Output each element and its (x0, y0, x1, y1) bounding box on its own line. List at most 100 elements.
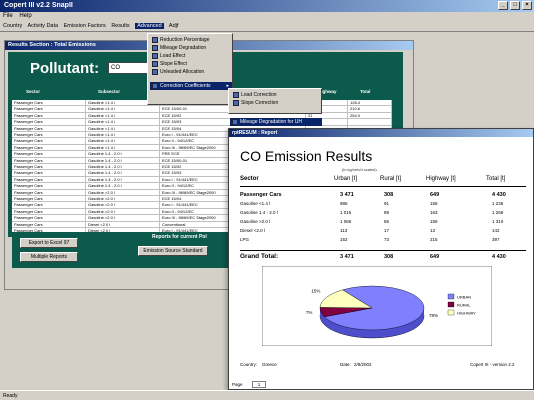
report-row-value: 17 (384, 228, 390, 233)
grand-total-total: 4 430 (492, 254, 506, 260)
table-cell: Gasoline <1.4 l (86, 119, 160, 126)
reports-label: Reports for current Pol (152, 234, 207, 240)
table-cell: Gasoline 1.4 - 2.0 l (86, 170, 160, 177)
grand-total-highway: 649 (430, 254, 440, 260)
pollutant-select[interactable]: CO (108, 62, 152, 74)
menu-item-correction[interactable]: Correction Coefficients ▸ (150, 82, 232, 90)
table-cell: Passenger Cars (12, 208, 86, 215)
report-row-value: 986 (340, 201, 348, 206)
menu-results[interactable]: Results (111, 23, 129, 29)
table-cell: Passenger Cars (12, 189, 86, 196)
menu-help[interactable]: Help (19, 13, 31, 19)
report-row-value: 13 (430, 228, 436, 233)
table-cell: Gasoline >2.0 l (86, 208, 160, 215)
correction-submenu: Load Correction Slope Correction (228, 88, 322, 114)
report-col-highway: Highway [t] (426, 176, 456, 182)
page-input[interactable]: 1 (252, 381, 266, 388)
table-cell: Passenger Cars (12, 100, 86, 106)
unleaded-icon (152, 69, 158, 75)
footer-country: Greece (262, 362, 277, 367)
table-cell: Gasoline <1.4 l (86, 106, 160, 113)
correction-icon (152, 83, 158, 89)
menu-file[interactable]: File (3, 13, 13, 19)
table-cell: 210.6 (348, 106, 392, 113)
report-row-value: 113 (340, 228, 348, 233)
maximize-icon[interactable]: □ (510, 1, 520, 10)
menu-item-load[interactable]: Load Effect (150, 52, 232, 60)
menu-country[interactable]: Country (3, 23, 22, 29)
report-row-value: 1 236 (492, 201, 504, 206)
export-excel-button[interactable]: Export to Excel 97 (20, 238, 78, 248)
table-cell: Gasoline >2.0 l (86, 215, 160, 222)
pollutant-label: Pollutant: (30, 60, 100, 77)
table-cell: Gasoline <1.4 l (86, 132, 160, 138)
report-heading: CO Emission Results (240, 148, 373, 164)
table-cell: 128.4 (348, 100, 392, 106)
report-window-title: rptRESUM : Report (229, 129, 533, 137)
table-cell: Passenger Cars (12, 176, 86, 183)
submenu-slope-correction[interactable]: Slope Correction (231, 99, 321, 107)
report-row-value: 73 (384, 237, 390, 242)
grand-total-urban: 3 471 (340, 254, 354, 260)
menu-activity-data[interactable]: Activity Data (28, 23, 59, 29)
load-icon (152, 53, 158, 59)
grand-total-rural: 308 (384, 254, 394, 260)
report-row-label: Gasoline >2.0 l (240, 219, 271, 224)
report-col-sector: Sector (240, 176, 259, 182)
report-divider-2 (240, 250, 526, 251)
emission-source-button[interactable]: Emission Source Standard (138, 246, 208, 256)
multiple-reports-button[interactable]: Multiple Reports (20, 252, 78, 262)
menu-item-mileage[interactable]: Mileage Degradation (150, 44, 232, 52)
close-icon[interactable]: × (522, 1, 532, 10)
legend-label: HIGHWAY (457, 311, 476, 316)
table-cell: Passenger Cars (12, 221, 86, 228)
pie-chart: 78% 7% 15% URBAN RURAL HIGHWAY (262, 266, 492, 346)
status-bar: Ready (0, 390, 534, 400)
col-sector: Sector (26, 89, 41, 94)
table-cell: Passenger Cars (12, 157, 86, 164)
report-col-total: Total [t] (486, 176, 506, 182)
table-cell: Passenger Cars (12, 125, 86, 132)
advanced-menu: Reduction Percentage Mileage Degradation… (147, 33, 233, 105)
report-row-value: 86 (384, 219, 390, 224)
table-cell: Passenger Cars (12, 144, 86, 151)
table-cell: 254.0 (348, 112, 392, 119)
reduction-icon (152, 37, 158, 43)
submenu-load-correction[interactable]: Load Correction (231, 91, 321, 99)
report-row-value: 158 (430, 219, 438, 224)
app-title: Copert III v2.2 SnapII (4, 2, 73, 9)
menu-emission-factors[interactable]: Emission Factors (64, 23, 106, 29)
report-row-label: Gasoline 1.4 - 2.0 l (240, 210, 278, 215)
report-row-value: 1 310 (492, 219, 504, 224)
menu-adjf[interactable]: Adjf (169, 23, 178, 29)
pie-label: 78% (429, 313, 438, 318)
menu-item-slope[interactable]: Slope Effect (150, 60, 232, 68)
table-cell: Passenger Cars (12, 112, 86, 119)
report-row-value: 162 (340, 237, 348, 242)
menu-item-reduction[interactable]: Reduction Percentage (150, 36, 232, 44)
report-row-value: 4 430 (492, 192, 506, 198)
report-row-value: 397 (492, 237, 500, 242)
legend-swatch (447, 293, 455, 300)
minimize-icon[interactable]: _ (498, 1, 508, 10)
table-cell: Passenger Cars (12, 119, 86, 126)
report-row-value: 88 (384, 210, 390, 215)
submenu-mileage-degradation[interactable]: Mileage Degradation for UH (230, 118, 322, 126)
report-row-label: Gasoline <1.4 l (240, 201, 271, 206)
table-cell: Passenger Cars (12, 202, 86, 209)
table-cell: Passenger Cars (12, 151, 86, 158)
report-divider (240, 186, 526, 187)
report-row-value: 158 (430, 201, 438, 206)
footer-version: Copert III - version 2.2 (470, 362, 515, 367)
col-total: Total (360, 89, 371, 94)
table-cell: Passenger Cars (12, 164, 86, 170)
page-label: Page (232, 382, 243, 387)
footer-date: 2/9/2002 (354, 362, 372, 367)
report-row-value: 142 (492, 228, 500, 233)
report-row-value: 215 (430, 237, 438, 242)
table-cell: Diesel <2.0 l (86, 221, 160, 228)
menu-advanced[interactable]: Advanced (135, 23, 164, 29)
legend-label: RURAL (457, 303, 471, 308)
menu-item-unleaded[interactable]: Unleaded Allocation (150, 68, 232, 76)
report-row-value: 649 (430, 192, 440, 198)
